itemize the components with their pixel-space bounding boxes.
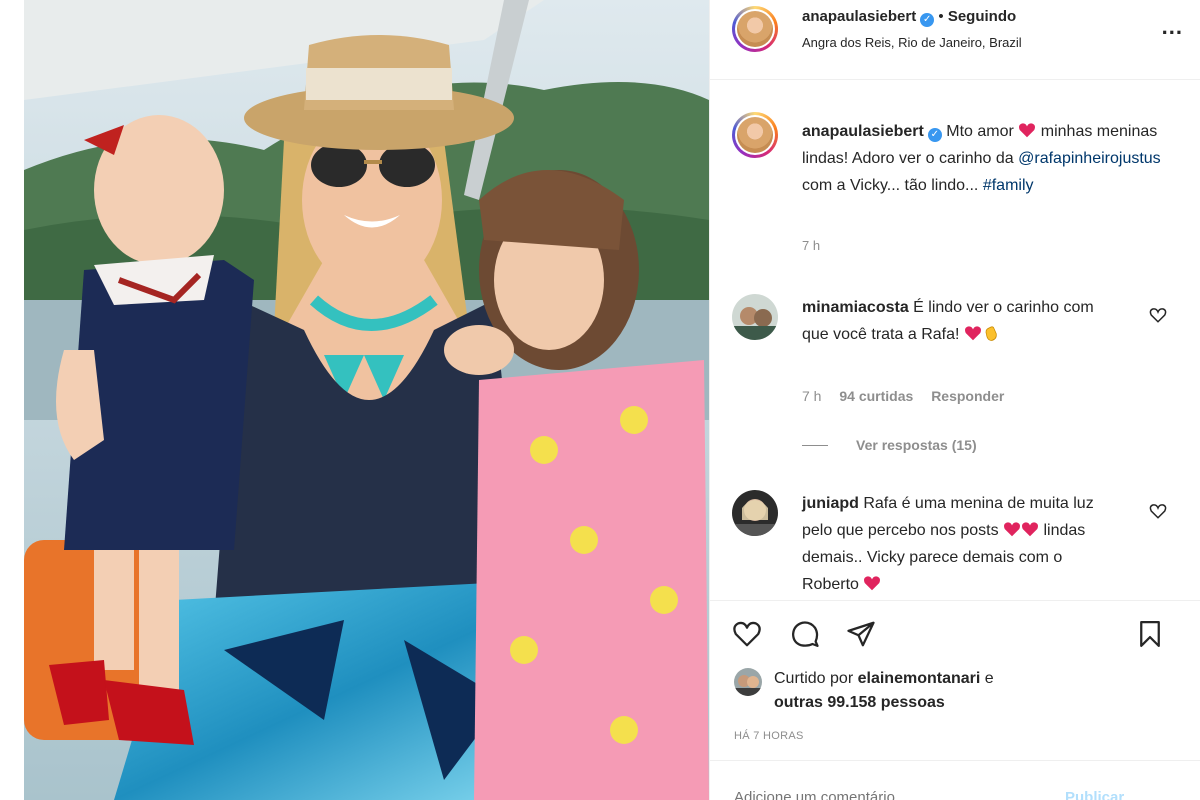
- comment-text: juniapd Rafa é uma menina de muita luz p…: [802, 490, 1112, 598]
- likes-prefix: Curtido por: [774, 670, 854, 687]
- commenter-avatar[interactable]: [732, 490, 778, 536]
- reply-button[interactable]: Responder: [931, 388, 1004, 404]
- red-heart-emoji-icon: [1019, 123, 1036, 138]
- author-avatar[interactable]: [732, 6, 778, 52]
- caption-time[interactable]: 7 h: [802, 238, 820, 253]
- comment-time[interactable]: 7 h: [802, 388, 821, 404]
- replies-divider: [802, 444, 828, 446]
- like-comment-heart-icon[interactable]: [1149, 306, 1167, 324]
- caption-text: anapaulasiebert ✓ Mto amor minhas meninas…: [802, 118, 1172, 199]
- save-bookmark-icon[interactable]: [1135, 619, 1165, 649]
- caption-hashtag-link[interactable]: #family: [983, 177, 1034, 194]
- likes-and: e: [984, 670, 994, 687]
- caption-text-part: com a Vicky... tão lindo...: [802, 177, 979, 194]
- author-username[interactable]: anapaulasiebert: [802, 8, 916, 25]
- liker-username[interactable]: elainemontanari: [858, 670, 981, 687]
- caption-username[interactable]: anapaulasiebert: [802, 123, 924, 140]
- red-heart-emoji-icon: [964, 326, 981, 341]
- red-heart-emoji-icon: [864, 576, 881, 591]
- separator-dot: •: [938, 8, 944, 25]
- comment-bubble-icon[interactable]: [790, 619, 820, 649]
- likes-others-link[interactable]: outras 99.158 pessoas: [774, 694, 945, 712]
- caption-mention-link[interactable]: @rafapinheirojustus: [1018, 150, 1161, 167]
- view-replies-button[interactable]: Ver respostas (15): [802, 437, 977, 453]
- more-options-button[interactable]: ...: [1162, 14, 1183, 40]
- comment-username[interactable]: juniapd: [802, 495, 859, 512]
- comment-meta: 7 h 94 curtidas Responder: [802, 388, 1018, 404]
- header-author-line: anapaulasiebert ✓ • Seguindo: [802, 8, 1016, 27]
- caption-text-part: Mto amor: [946, 123, 1014, 140]
- view-replies-label: Ver respostas (15): [856, 437, 977, 453]
- post-timestamp[interactable]: HÁ 7 HORAS: [734, 730, 804, 742]
- post-photo[interactable]: [24, 0, 709, 800]
- comment-username[interactable]: minamiacosta: [802, 299, 909, 316]
- like-comment-heart-icon[interactable]: [1149, 502, 1167, 520]
- liker-avatar[interactable]: [734, 668, 762, 696]
- red-heart-emoji-icon: [1004, 522, 1021, 537]
- publish-button[interactable]: Publicar: [1065, 789, 1124, 800]
- add-comment-bar: Publicar: [710, 760, 1200, 800]
- verified-badge-icon: ✓: [920, 13, 935, 27]
- comment-likes-count[interactable]: 94 curtidas: [839, 388, 913, 404]
- post-location[interactable]: Angra dos Reis, Rio de Janeiro, Brazil: [802, 35, 1022, 50]
- verified-badge-icon: ✓: [927, 128, 942, 142]
- post-detail-panel: anapaulasiebert ✓ • Seguindo Angra dos Re…: [709, 0, 1200, 800]
- post-header: anapaulasiebert ✓ • Seguindo Angra dos Re…: [710, 0, 1200, 80]
- comment-text: minamiacosta É lindo ver o carinho com q…: [802, 294, 1112, 348]
- caption-author-avatar[interactable]: [732, 112, 778, 158]
- post-action-bar: [710, 600, 1200, 664]
- comment-input[interactable]: [734, 789, 1054, 800]
- following-button[interactable]: Seguindo: [948, 8, 1016, 25]
- post-image: [24, 0, 709, 800]
- commenter-avatar[interactable]: [732, 294, 778, 340]
- likes-line: Curtido por elainemontanari e: [774, 670, 994, 688]
- clapping-hands-emoji-icon: [985, 326, 997, 341]
- like-heart-icon[interactable]: [732, 619, 762, 649]
- red-heart-emoji-icon: [1022, 522, 1039, 537]
- share-send-icon[interactable]: [846, 619, 876, 649]
